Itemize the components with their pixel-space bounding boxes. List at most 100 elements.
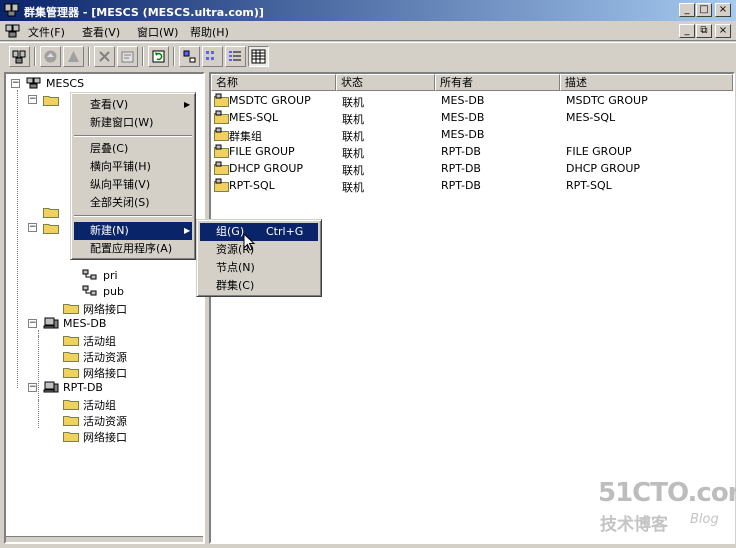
tree-node-mes-db[interactable]: − MES-DB xyxy=(26,316,186,332)
menu-file[interactable]: 文件(F) xyxy=(28,24,65,40)
tree-label: MES-DB xyxy=(63,317,107,330)
context-menu-item-view[interactable]: 查看(V) ▶ xyxy=(74,96,192,114)
context-menu-item-cascade[interactable]: 层叠(C) xyxy=(74,140,192,158)
menu-separator xyxy=(74,135,192,137)
tree-label: pri xyxy=(103,269,118,282)
column-header-description[interactable]: 描述 xyxy=(560,74,733,91)
document-system-menu-icon[interactable] xyxy=(5,23,20,38)
tree-node-mes-db-active-groups[interactable]: 活动组 xyxy=(46,332,166,348)
table-row[interactable]: MSDTC GROUP 联机 MES-DB MSDTC GROUP xyxy=(211,92,733,109)
cell-status: 联机 xyxy=(342,113,364,126)
context-menu-item-tile-vertical[interactable]: 纵向平铺(V) xyxy=(74,176,192,194)
mdi-close-button[interactable]: × xyxy=(715,24,731,38)
context-menu-item-close-all[interactable]: 全部关闭(S) xyxy=(74,194,192,212)
tree-horizontal-scrollbar[interactable] xyxy=(6,536,203,542)
tree-node-root[interactable]: − MESCS xyxy=(9,76,199,92)
tree-node-pub[interactable]: pub xyxy=(66,284,146,300)
tree-label: 网络接口 xyxy=(83,367,127,380)
menu-item-label: 层叠(C) xyxy=(90,142,129,155)
collapse-icon[interactable]: − xyxy=(11,79,20,88)
table-row[interactable]: 群集组 联机 MES-DB xyxy=(211,126,733,143)
bring-online-icon xyxy=(44,50,57,63)
tree-node-rpt-db-active-resources[interactable]: 活动资源 xyxy=(46,412,166,428)
tree-label: RPT-DB xyxy=(63,381,103,394)
column-header-status[interactable]: 状态 xyxy=(336,74,435,91)
list-view-icon xyxy=(229,51,241,61)
maximize-button[interactable]: □ xyxy=(696,3,712,17)
group-icon xyxy=(214,127,229,141)
context-menu-item-new[interactable]: 新建(N) ▶ xyxy=(74,222,192,240)
minimize-button[interactable]: _ xyxy=(679,3,695,17)
list-view-button[interactable] xyxy=(225,46,246,67)
submenu-item-group[interactable]: 组(G) Ctrl+G xyxy=(200,223,318,241)
group-icon xyxy=(214,110,229,124)
tree-node-groups[interactable]: − xyxy=(26,92,66,108)
column-header-owner[interactable]: 所有者 xyxy=(435,74,560,91)
tree-node-rpt-db-active-groups[interactable]: 活动组 xyxy=(46,396,166,412)
details-view-icon xyxy=(251,49,266,64)
submenu-item-cluster[interactable]: 群集(C) xyxy=(200,277,318,295)
collapse-icon[interactable]: − xyxy=(28,383,37,392)
table-row[interactable]: FILE GROUP 联机 RPT-DB FILE GROUP xyxy=(211,143,733,160)
watermark-brand: 51CTO.com xyxy=(598,478,736,508)
mdi-restore-button[interactable]: ⧉ xyxy=(696,24,712,38)
delete-button[interactable] xyxy=(94,46,115,67)
menu-window[interactable]: 窗口(W) xyxy=(137,24,178,40)
tree-node-resources[interactable] xyxy=(26,204,66,220)
submenu-item-node[interactable]: 节点(N) xyxy=(200,259,318,277)
cell-owner: RPT-DB xyxy=(441,179,481,192)
folder-icon xyxy=(43,96,59,106)
group-icon xyxy=(214,178,229,192)
tree-node-rpt-db-network-interfaces[interactable]: 网络接口 xyxy=(46,428,166,444)
cell-name: 群集组 xyxy=(229,130,262,143)
context-menu-item-configure-app[interactable]: 配置应用程序(A) xyxy=(74,240,192,258)
context-menu: 查看(V) ▶ 新建窗口(W) 层叠(C) 横向平铺(H) 纵向平铺(V) 全部… xyxy=(70,92,196,260)
folder-icon xyxy=(63,304,79,314)
small-icons-button[interactable] xyxy=(202,46,223,67)
take-offline-button[interactable] xyxy=(63,46,84,67)
tree-node-cluster-config[interactable]: − xyxy=(26,220,66,236)
window-title-bar[interactable]: 群集管理器 - [MESCS (MESCS.ultra.com)] _ □ × xyxy=(0,0,736,21)
folder-icon xyxy=(63,368,79,378)
toolbar-separator xyxy=(88,47,90,66)
cell-description: MES-SQL xyxy=(566,111,616,124)
menu-view[interactable]: 查看(V) xyxy=(82,24,120,40)
tree-label: 活动组 xyxy=(83,335,116,348)
folder-icon xyxy=(43,224,59,234)
table-row[interactable]: MES-SQL 联机 MES-DB MES-SQL xyxy=(211,109,733,126)
connect-cluster-button[interactable] xyxy=(9,46,30,67)
tree-node-mes-db-active-resources[interactable]: 活动资源 xyxy=(46,348,166,364)
tree-node-mes-db-network-interfaces[interactable]: 网络接口 xyxy=(46,364,166,380)
submenu-item-resource[interactable]: 资源(R) xyxy=(200,241,318,259)
cell-owner: MES-DB xyxy=(441,111,485,124)
collapse-icon[interactable]: − xyxy=(28,319,37,328)
menu-help[interactable]: 帮助(H) xyxy=(190,24,229,40)
properties-icon xyxy=(121,51,134,63)
mdi-minimize-button[interactable]: _ xyxy=(679,24,695,38)
table-row[interactable]: DHCP GROUP 联机 RPT-DB DHCP GROUP xyxy=(211,160,733,177)
refresh-button[interactable] xyxy=(148,46,169,67)
large-icons-icon xyxy=(183,50,196,63)
tree-node-network-interfaces[interactable]: 网络接口 xyxy=(46,300,166,316)
tree-node-pri[interactable]: pri xyxy=(66,268,146,284)
toolbar-separator xyxy=(34,47,36,66)
context-menu-item-new-window[interactable]: 新建窗口(W) xyxy=(74,114,192,132)
collapse-icon[interactable]: − xyxy=(28,223,37,232)
collapse-icon[interactable]: − xyxy=(28,95,37,104)
network-icon xyxy=(82,285,97,296)
list-pane[interactable]: 名称 状态 所有者 描述 MSDTC GROUP 联机 MES-DB MSDTC… xyxy=(209,72,735,544)
group-icon xyxy=(214,161,229,175)
tree-node-rpt-db[interactable]: − RPT-DB xyxy=(26,380,186,396)
table-row[interactable]: RPT-SQL 联机 RPT-DB RPT-SQL xyxy=(211,177,733,194)
cell-name: MES-SQL xyxy=(229,111,279,124)
close-button[interactable]: × xyxy=(715,3,731,17)
network-icon xyxy=(82,269,97,280)
context-menu-item-tile-horizontal[interactable]: 横向平铺(H) xyxy=(74,158,192,176)
properties-button[interactable] xyxy=(117,46,138,67)
folder-icon xyxy=(63,336,79,346)
large-icons-button[interactable] xyxy=(179,46,200,67)
details-view-button[interactable] xyxy=(248,46,269,67)
column-header-name[interactable]: 名称 xyxy=(211,74,336,91)
submenu-arrow-icon: ▶ xyxy=(184,226,191,235)
bring-online-button[interactable] xyxy=(40,46,61,67)
